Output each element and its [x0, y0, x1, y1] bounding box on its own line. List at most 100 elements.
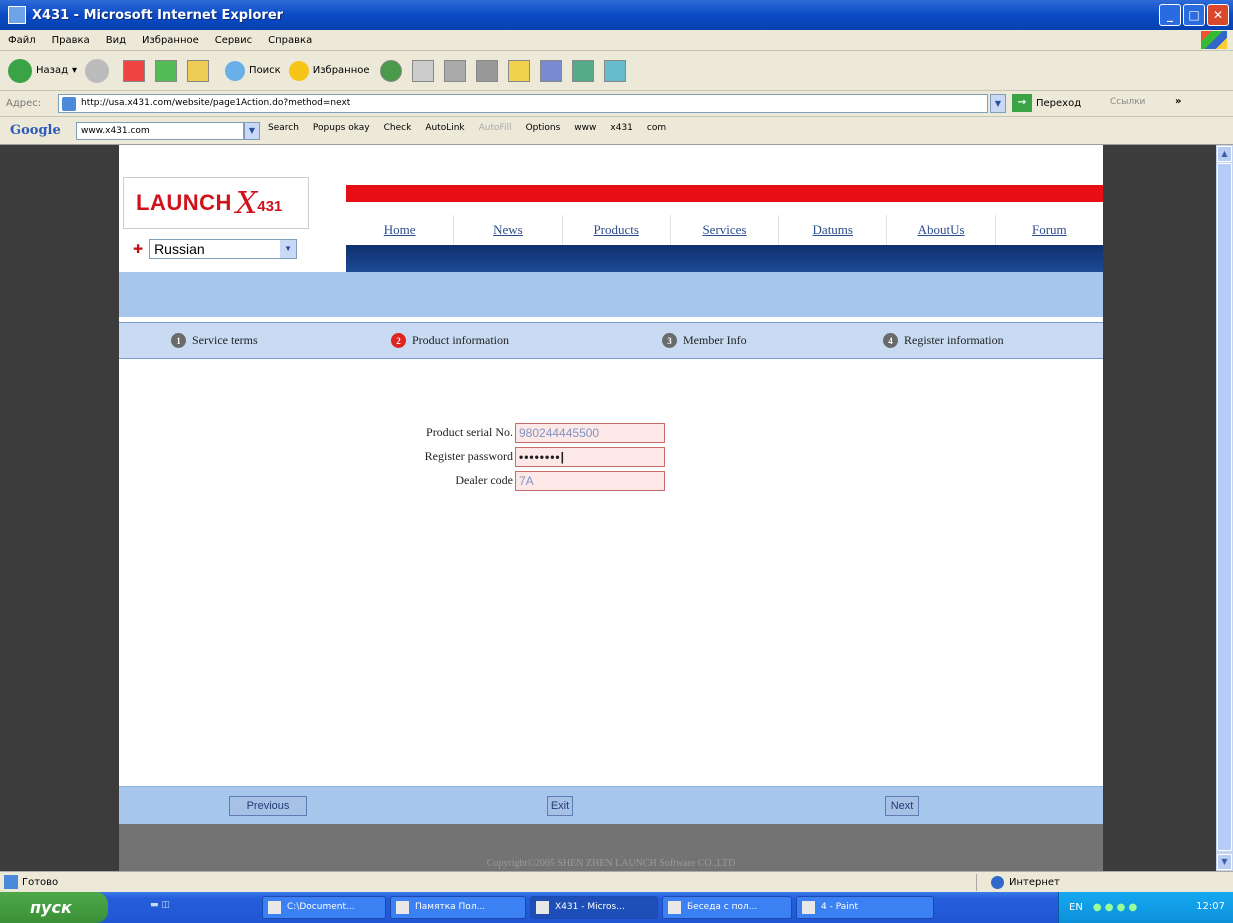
chevron-right-icon[interactable]: » [1175, 96, 1181, 107]
search-icon [225, 60, 246, 81]
research-icon[interactable] [539, 59, 562, 82]
clock: 12:07 [1196, 901, 1225, 912]
page-done-icon [4, 875, 18, 889]
password-label: Register password [424, 449, 513, 463]
nav-services[interactable]: Services [669, 215, 778, 245]
google-search-input[interactable]: www.x431.com [76, 122, 244, 140]
window-title-bar: X431 - Microsoft Internet Explorer _ □ ✕ [0, 0, 1233, 30]
language-select[interactable]: Russian ▼ [149, 239, 298, 259]
task-chat[interactable]: Беседа с пол... [662, 896, 792, 919]
chevron-down-icon[interactable]: ▼ [244, 122, 260, 140]
edit-icon[interactable] [475, 59, 498, 82]
header-red-bar [346, 185, 1103, 202]
go-arrow-icon: → [1012, 94, 1032, 112]
previous-button[interactable]: Previous [229, 796, 307, 816]
folder-icon [268, 901, 281, 914]
register-password-input[interactable]: ••••••••| [515, 447, 665, 467]
highlight-www-button[interactable]: www [574, 123, 596, 133]
print-icon[interactable] [443, 59, 466, 82]
search-button[interactable]: Поиск [225, 60, 281, 81]
check-button[interactable]: Check [384, 123, 412, 133]
highlight-x431-button[interactable]: x431 [610, 123, 633, 133]
google-search-button[interactable]: Search [268, 123, 299, 133]
nav-products[interactable]: Products [561, 215, 670, 245]
task-paint[interactable]: 4 - Paint [796, 896, 934, 919]
forward-button[interactable] [85, 58, 113, 83]
home-icon[interactable] [187, 59, 210, 82]
highlight-com-button[interactable]: com [647, 123, 666, 133]
web-page: LAUNCH X 431 ✚ Russian ▼ Home News Produ… [119, 145, 1103, 871]
next-button[interactable]: Next [885, 796, 919, 816]
form-button-bar: Previous Exit Next [119, 786, 1103, 824]
status-text: Готово [22, 876, 59, 888]
minimize-button[interactable]: _ [1159, 4, 1181, 26]
copyright-text: Copyright©2005 SHEN ZHEN LAUNCH Software… [486, 858, 736, 869]
mail-icon[interactable] [411, 59, 434, 82]
folder-icon[interactable] [507, 59, 530, 82]
scroll-up-icon[interactable]: ▲ [1217, 146, 1232, 162]
menu-view[interactable]: Вид [106, 35, 126, 46]
tray-icons[interactable]: ● ● ● ● [1093, 902, 1137, 913]
address-label: Адрес: [6, 98, 42, 109]
taskbar: пуск ▬ ◫ C:\Document... Памятка Пол... X… [0, 892, 1233, 923]
scroll-thumb[interactable] [1217, 163, 1232, 851]
serial-number-input[interactable]: 980244445500 [515, 423, 665, 443]
messenger-icon[interactable] [571, 59, 594, 82]
address-bar: Адрес: http://usa.x431.com/website/page1… [0, 91, 1233, 117]
serial-label: Product serial No. [426, 425, 513, 439]
autofill-button[interactable]: AutoFill [479, 123, 512, 133]
main-nav: Home News Products Services Datums About… [346, 215, 1103, 245]
close-button[interactable]: ✕ [1207, 4, 1229, 26]
star-icon [288, 60, 309, 81]
nav-aboutus[interactable]: AboutUs [886, 215, 994, 245]
nav-datums[interactable]: Datums [778, 215, 886, 245]
menu-tools[interactable]: Сервис [215, 35, 252, 46]
address-input[interactable]: http://usa.x431.com/website/page1Action.… [58, 94, 988, 113]
google-logo[interactable]: Google [10, 123, 61, 138]
stop-icon[interactable] [123, 59, 146, 82]
back-arrow-icon [8, 58, 32, 83]
menu-edit[interactable]: Правка [52, 35, 90, 46]
options-button[interactable]: Options [526, 123, 561, 133]
refresh-icon[interactable] [155, 59, 178, 82]
launch-logo[interactable]: LAUNCH X 431 [123, 177, 309, 229]
page-viewport: LAUNCH X 431 ✚ Russian ▼ Home News Produ… [0, 145, 1216, 871]
menu-favorites[interactable]: Избранное [142, 35, 199, 46]
menu-file[interactable]: Файл [8, 35, 36, 46]
step-service-terms: 1 Service terms [171, 333, 258, 348]
users-icon[interactable] [603, 59, 626, 82]
step-product-information: 2 Product information [391, 333, 509, 348]
address-dropdown-icon[interactable]: ▼ [990, 94, 1006, 113]
nav-forum[interactable]: Forum [994, 215, 1103, 245]
task-x431-ie[interactable]: X431 - Micros... [530, 896, 658, 919]
language-indicator[interactable]: EN [1069, 902, 1083, 913]
dealer-row: Dealer code 7A [119, 471, 1103, 491]
start-button[interactable]: пуск [0, 892, 108, 923]
page-icon [62, 97, 76, 111]
back-button[interactable]: Назад ▾ [8, 58, 77, 83]
task-memo[interactable]: Памятка Пол... [390, 896, 526, 919]
scroll-down-icon[interactable]: ▼ [1217, 854, 1232, 870]
task-documents[interactable]: C:\Document... [262, 896, 386, 919]
forward-arrow-icon [85, 58, 110, 83]
registration-steps: 1 Service terms 2 Product information 3 … [119, 322, 1103, 359]
dealer-code-input[interactable]: 7A [515, 471, 665, 491]
maximize-button[interactable]: □ [1183, 4, 1205, 26]
step-member-info: 3 Member Info [662, 333, 747, 348]
favorites-button[interactable]: Избранное [288, 60, 370, 81]
popups-button[interactable]: Popups okay [313, 123, 370, 133]
page-footer: Copyright©2005 SHEN ZHEN LAUNCH Software… [119, 824, 1103, 871]
vertical-scrollbar[interactable]: ▲ ▼ [1216, 145, 1233, 871]
links-label[interactable]: Ссылки [1110, 97, 1145, 107]
menu-help[interactable]: Справка [268, 35, 312, 46]
go-button[interactable]: → Переход [1012, 94, 1081, 112]
nav-home[interactable]: Home [346, 215, 453, 245]
serial-row: Product serial No. 980244445500 [119, 423, 1103, 443]
header-blue-bar [346, 245, 1103, 272]
autolink-button[interactable]: AutoLink [425, 123, 464, 133]
quick-launch-icon[interactable]: ▬ ◫ [150, 900, 180, 914]
nav-news[interactable]: News [453, 215, 561, 245]
exit-button[interactable]: Exit [547, 796, 573, 816]
header-band [119, 272, 1103, 317]
history-icon[interactable] [379, 59, 402, 82]
